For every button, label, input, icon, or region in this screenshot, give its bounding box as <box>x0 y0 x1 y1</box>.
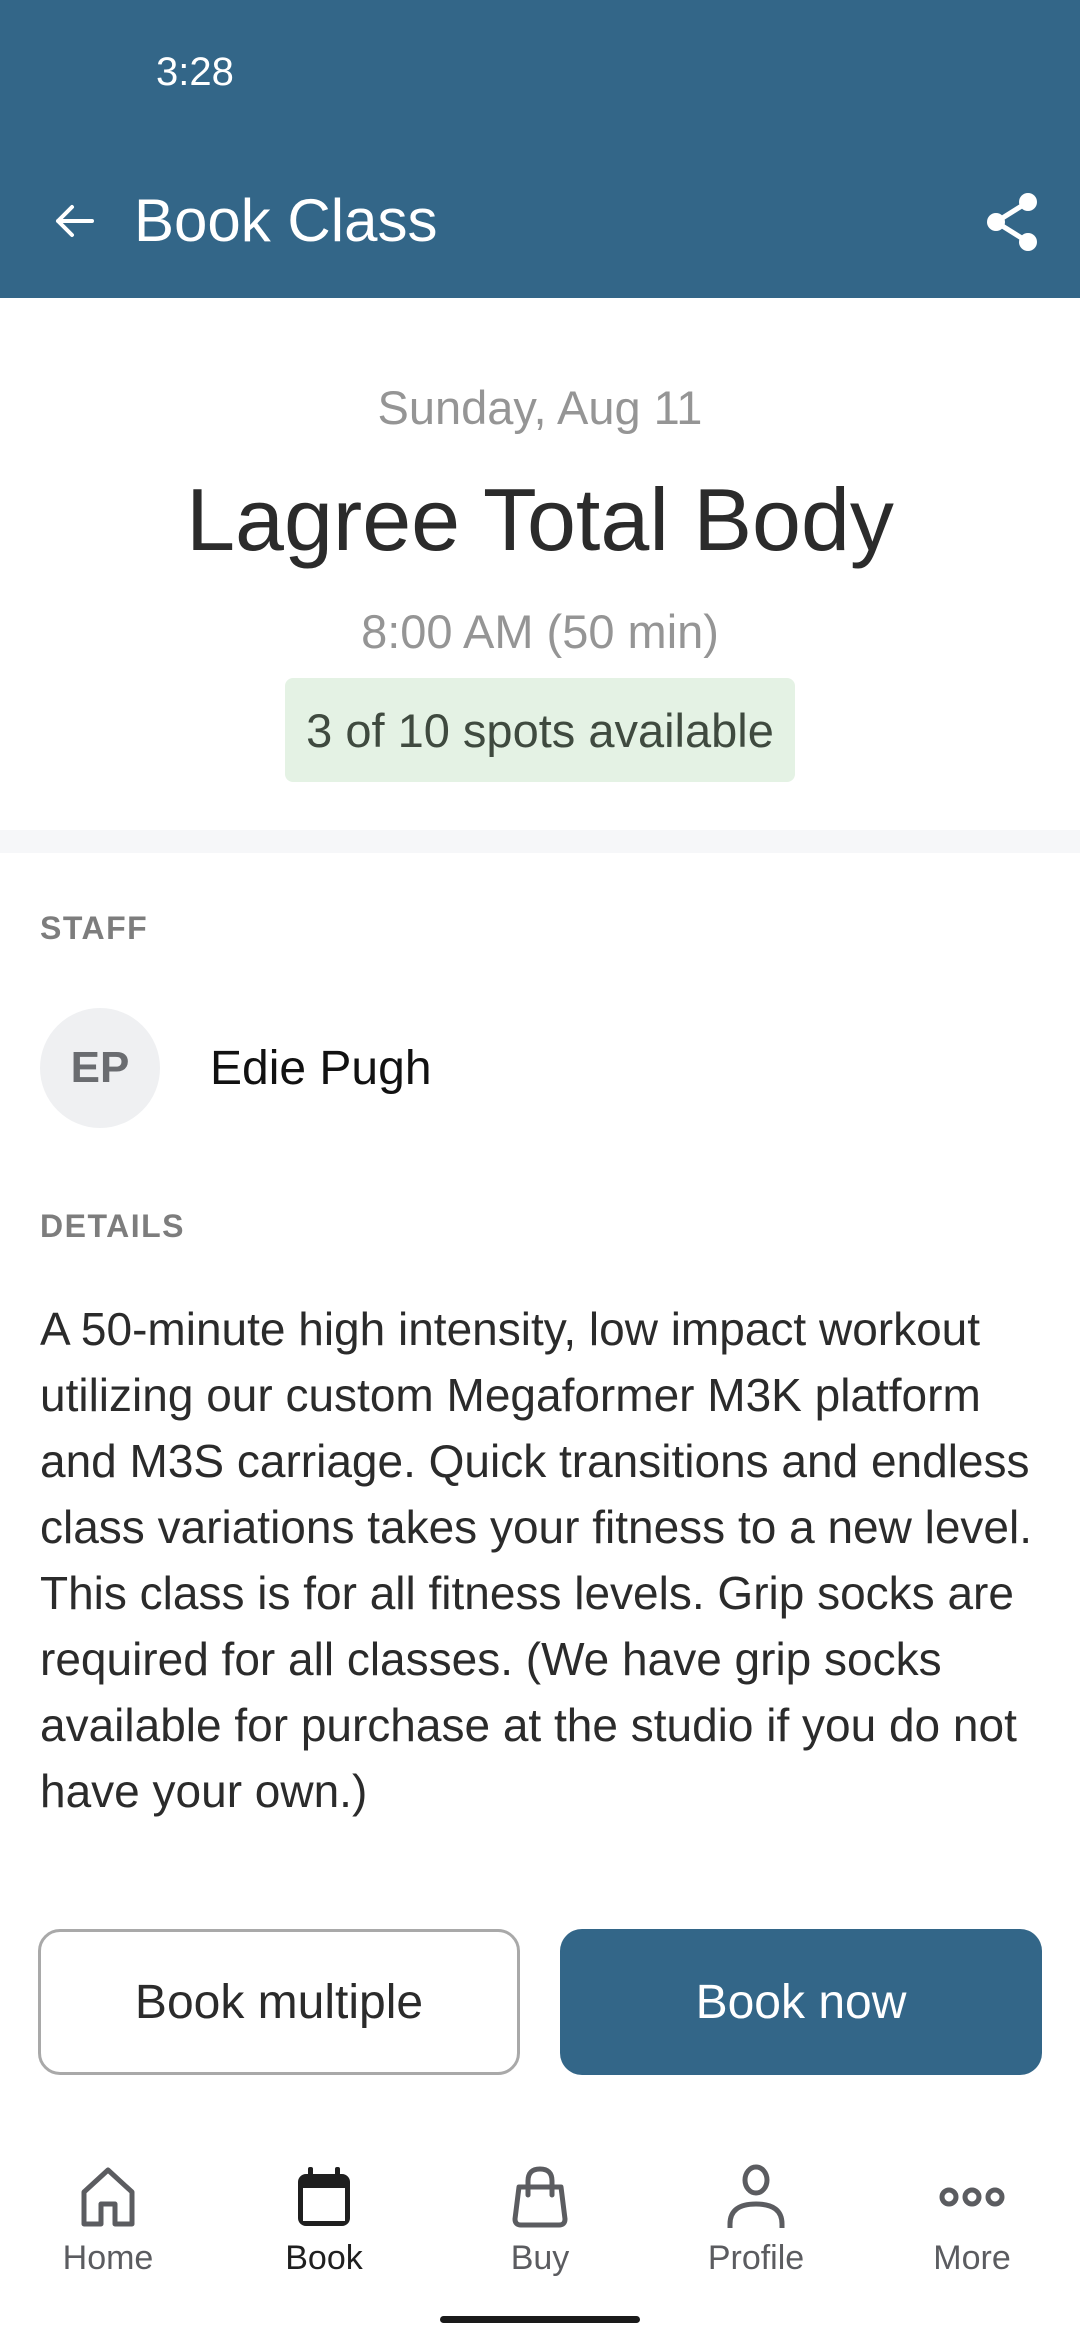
calendar-icon <box>291 2164 357 2230</box>
status-bar-time: 3:28 <box>156 50 234 94</box>
share-icon <box>987 193 1037 251</box>
book-multiple-button[interactable]: Book multiple <box>38 1929 520 2075</box>
spots-available-badge: 3 of 10 spots available <box>285 678 795 782</box>
nav-label-profile: Profile <box>707 2239 805 2277</box>
class-date: Sunday, Aug 11 <box>377 381 703 434</box>
page-title: Book Class <box>134 187 438 254</box>
nav-item-more[interactable]: More <box>864 2140 1080 2290</box>
class-summary: Sunday, Aug 11 Lagree Total Body 8:00 AM… <box>0 298 1080 830</box>
staff-name: Edie Pugh <box>210 1041 432 1095</box>
nav-item-buy[interactable]: Buy <box>432 2140 648 2290</box>
class-title: Lagree Total Body <box>186 470 894 569</box>
person-icon <box>723 2164 789 2230</box>
home-indicator[interactable] <box>440 2316 640 2323</box>
home-icon <box>75 2164 141 2230</box>
nav-item-home[interactable]: Home <box>0 2140 216 2290</box>
arrow-left-icon <box>56 205 94 237</box>
section-divider <box>0 830 1080 853</box>
shopping-bag-icon <box>507 2164 573 2230</box>
share-button[interactable] <box>976 184 1052 260</box>
back-button[interactable] <box>44 186 104 256</box>
app-bar: 3:28 Book Class <box>0 0 1080 298</box>
details-scroll-area[interactable]: A 50-minute high intensity, low impact w… <box>40 1296 1040 1862</box>
staff-section-label: STAFF <box>40 910 149 946</box>
bottom-nav: Home Book Buy Profile More <box>0 2140 1080 2290</box>
more-dots-icon <box>939 2164 1005 2230</box>
staff-member-row[interactable]: EP Edie Pugh <box>40 1008 1040 1128</box>
class-time: 8:00 AM (50 min) <box>361 605 719 658</box>
nav-item-book[interactable]: Book <box>216 2140 432 2290</box>
nav-label-more: More <box>933 2239 1011 2277</box>
class-description: A 50-minute high intensity, low impact w… <box>40 1303 1033 1817</box>
nav-label-book: Book <box>285 2239 363 2277</box>
nav-label-home: Home <box>62 2239 154 2277</box>
nav-item-profile[interactable]: Profile <box>648 2140 864 2290</box>
book-now-button[interactable]: Book now <box>560 1929 1042 2075</box>
avatar: EP <box>40 1008 160 1128</box>
details-section-label: DETAILS <box>40 1208 186 1244</box>
nav-label-buy: Buy <box>510 2239 570 2277</box>
